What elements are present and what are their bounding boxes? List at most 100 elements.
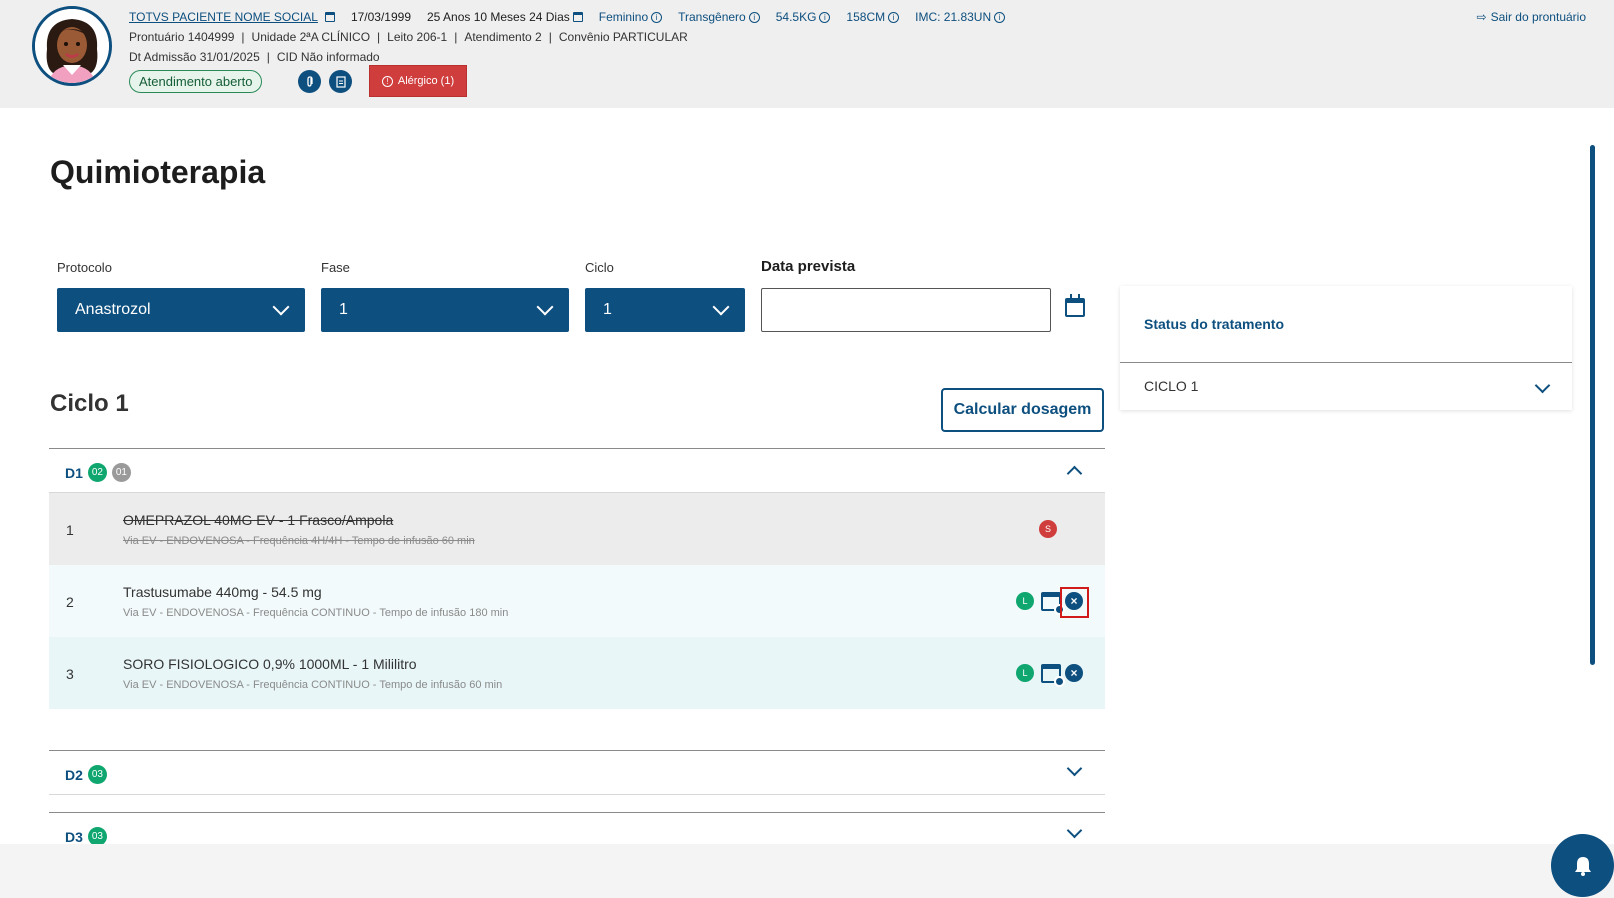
- info-icon: i: [819, 11, 831, 23]
- fase-select[interactable]: 1: [321, 288, 569, 332]
- chevron-down-icon[interactable]: [1534, 377, 1551, 394]
- selection-highlight: [1060, 587, 1089, 618]
- day-label-text: D2: [65, 766, 83, 783]
- patient-weight-text: 54.5KG: [775, 10, 817, 24]
- patient-imc[interactable]: IMC: 21.83UN i: [915, 10, 1006, 24]
- admissao: Dt Admissão 31/01/2025: [129, 50, 260, 64]
- chevron-up-icon[interactable]: [1066, 465, 1083, 482]
- patient-avatar: [32, 6, 112, 86]
- info-icon: i: [888, 11, 900, 23]
- drug-number: 2: [66, 594, 74, 610]
- info-icon: i: [651, 11, 663, 23]
- drug-detail: Via EV - ENDOVENOSA - Frequência 4H/4H -…: [123, 535, 475, 547]
- calendar-icon[interactable]: [1065, 294, 1085, 317]
- info-icon: i: [994, 11, 1006, 23]
- ciclo-label: Ciclo: [585, 260, 614, 275]
- separator: |: [266, 50, 270, 64]
- data-prevista-label: Data prevista: [761, 258, 856, 275]
- patient-birthdate: 17/03/1999: [350, 10, 411, 24]
- schedule-icon[interactable]: [1041, 592, 1065, 615]
- patient-admission-line: Dt Admissão 31/01/2025 | CID Não informa…: [129, 50, 380, 64]
- patient-gender-text: Transgênero: [678, 10, 746, 24]
- drug-name: OMEPRAZOL 40MG EV - 1 Frasco/Ampola: [123, 512, 394, 528]
- drug-detail: Via EV - ENDOVENOSA - Frequência CONTINU…: [123, 607, 509, 619]
- patient-imc-text: IMC: 21.83UN: [915, 10, 992, 24]
- chevron-down-icon[interactable]: [1066, 760, 1083, 777]
- logout-link[interactable]: ⇨ Sair do prontuário: [1477, 10, 1586, 24]
- allergy-label: Alérgico (1): [397, 75, 455, 87]
- scrollbar[interactable]: [1590, 145, 1595, 665]
- patient-weight[interactable]: 54.5KG i: [776, 10, 831, 24]
- document-icon[interactable]: [329, 70, 352, 93]
- patient-sex[interactable]: Feminino i: [598, 10, 663, 24]
- day-row-d3[interactable]: D3 03: [49, 812, 1105, 846]
- clipboard-icon: [324, 12, 335, 22]
- chevron-down-icon[interactable]: [1066, 822, 1083, 839]
- fase-label: Fase: [321, 260, 350, 275]
- data-prevista-input[interactable]: [761, 288, 1051, 332]
- footer-strip: [0, 844, 1614, 898]
- patient-summary-line: TOTVS PACIENTE NOME SOCIAL 17/03/1999 25…: [129, 10, 1021, 24]
- patient-age: 25 Anos 10 Meses 24 Dias: [427, 10, 583, 24]
- day-label: D2 03: [65, 765, 107, 784]
- drug-number: 1: [66, 522, 74, 538]
- patient-age-text: 25 Anos 10 Meses 24 Dias: [427, 10, 570, 24]
- drug-row: 2 Trastusumabe 440mg - 54.5 mg Via EV - …: [49, 565, 1105, 637]
- patient-height[interactable]: 158CM i: [846, 10, 900, 24]
- atendimento: Atendimento 2: [464, 30, 542, 44]
- separator: |: [548, 30, 552, 44]
- separator: |: [241, 30, 245, 44]
- drug-name: SORO FISIOLOGICO 0,9% 1000ML - 1 Mililit…: [123, 656, 417, 672]
- status-badge: Atendimento aberto: [129, 70, 263, 93]
- separator: |: [454, 30, 458, 44]
- count-badge-green: 02: [87, 463, 107, 482]
- remove-icon[interactable]: ×: [1065, 664, 1083, 682]
- day-label-text: D1: [65, 464, 83, 481]
- separator: |: [377, 30, 381, 44]
- ciclo-value: 1: [603, 301, 612, 318]
- drug-row: 1 OMEPRAZOL 40MG EV - 1 Frasco/Ampola Vi…: [49, 493, 1105, 565]
- patient-name[interactable]: TOTVS PACIENTE NOME SOCIAL: [129, 10, 335, 24]
- attachment-icon[interactable]: [298, 70, 321, 93]
- bell-icon: [1574, 856, 1591, 876]
- protocolo-value: Anastrozol: [75, 301, 151, 318]
- patient-name-text: TOTVS PACIENTE NOME SOCIAL: [129, 10, 318, 24]
- suspended-tag: S: [1039, 520, 1057, 538]
- prontuario: Prontuário 1404999: [129, 30, 235, 44]
- protocolo-label: Protocolo: [57, 260, 112, 275]
- ciclo-select[interactable]: 1: [585, 288, 745, 332]
- patient-height-text: 158CM: [846, 10, 886, 24]
- day-row-d1[interactable]: D1 02 01: [49, 448, 1105, 493]
- protocolo-select[interactable]: Anastrozol: [57, 288, 305, 332]
- leito: Leito 206-1: [387, 30, 448, 44]
- count-badge-green: 03: [87, 765, 107, 784]
- notifications-button[interactable]: [1551, 834, 1614, 897]
- patient-gender[interactable]: Transgênero i: [678, 10, 760, 24]
- treatment-status-card: Status do tratamento CICLO 1: [1120, 286, 1572, 410]
- allergy-button[interactable]: ! Alérgico (1): [369, 65, 467, 97]
- status-title: Status do tratamento: [1144, 316, 1285, 332]
- unidade: Unidade 2ªA CLÍNICO: [251, 30, 371, 44]
- released-tag: L: [1016, 664, 1034, 682]
- chevron-down-icon: [272, 298, 290, 316]
- day-label: D1 02 01: [65, 463, 131, 482]
- drug-name: Trastusumabe 440mg - 54.5 mg: [123, 584, 322, 600]
- patient-header: TOTVS PACIENTE NOME SOCIAL 17/03/1999 25…: [0, 0, 1614, 108]
- logout-icon: ⇨: [1476, 10, 1487, 24]
- divider: [1120, 362, 1572, 363]
- cid: CID Não informado: [276, 50, 380, 64]
- schedule-icon[interactable]: [1041, 664, 1065, 687]
- released-tag: L: [1016, 592, 1034, 610]
- calculate-dosage-button[interactable]: Calcular dosagem: [941, 388, 1104, 432]
- page-title: Quimioterapia: [50, 154, 266, 190]
- cycle-title: Ciclo 1: [50, 390, 129, 417]
- chevron-down-icon: [536, 298, 554, 316]
- day-row-d2[interactable]: D2 03: [49, 750, 1105, 795]
- alert-icon: !: [381, 75, 393, 87]
- convenio: Convênio PARTICULAR: [558, 30, 688, 44]
- gear-icon: [1054, 676, 1065, 687]
- patient-sex-text: Feminino: [598, 10, 649, 24]
- drug-row: 3 SORO FISIOLOGICO 0,9% 1000ML - 1 Milil…: [49, 637, 1105, 709]
- fase-value: 1: [339, 301, 348, 318]
- patient-details-line: Prontuário 1404999 | Unidade 2ªA CLÍNICO…: [129, 30, 688, 44]
